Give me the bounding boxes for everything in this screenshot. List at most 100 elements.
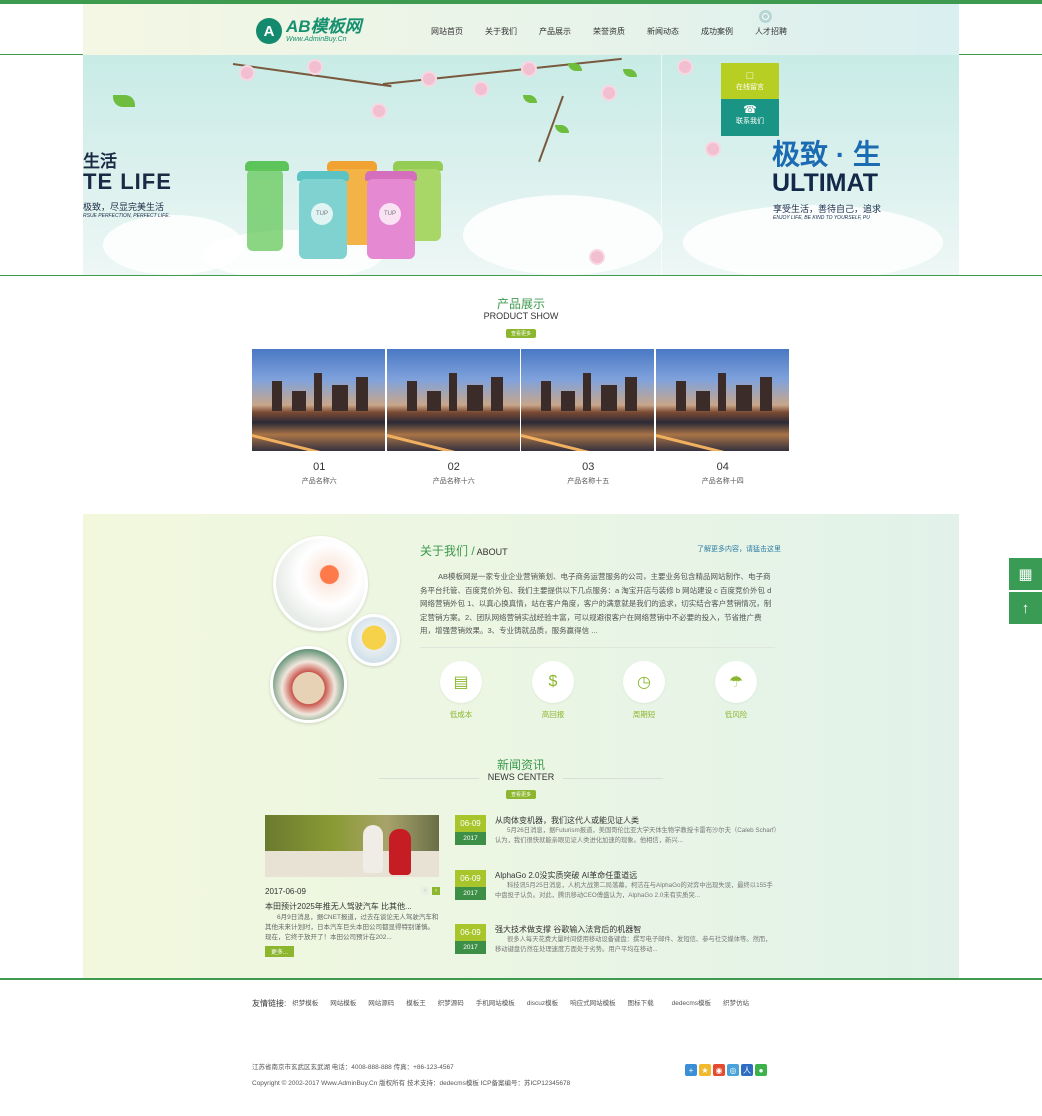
bridge-lights — [252, 434, 385, 451]
featured-news-image[interactable] — [265, 815, 439, 877]
skyline-building — [717, 373, 726, 411]
news-item-title[interactable]: AlphaGo 2.0没实质突破 AI革命任重道远 — [495, 870, 637, 881]
news-list-item[interactable]: 06-09 2017 AlphaGo 2.0没实质突破 AI革命任重道远 科技讯… — [455, 870, 777, 910]
share-bar: + ★ ◉ ◎ 人 ● — [685, 1064, 767, 1076]
blossom-flower — [591, 251, 603, 263]
online-message-button[interactable]: □ 在线留言 — [721, 63, 779, 99]
about-photo-mug — [348, 614, 400, 666]
about-title-en: ABOUT — [476, 547, 508, 557]
site-logo[interactable]: A AB模板网 Www.AdminBuy.Cn — [256, 16, 362, 46]
product-card[interactable]: 01 产品名称六 — [252, 349, 387, 486]
skyline-building — [356, 377, 368, 411]
qzone-icon[interactable]: ★ — [699, 1064, 711, 1076]
share-plus-icon[interactable]: + — [685, 1064, 697, 1076]
product-list: 01 产品名称六 02 产品名称十六 03 产品名称十五 04 产品名称十四 — [252, 349, 790, 486]
news-more-button[interactable]: 查看更多 — [505, 790, 536, 799]
wechat-icon[interactable]: ● — [755, 1064, 767, 1076]
news-item-title[interactable]: 从肉体变机器，我们这代人或能见证人类 — [495, 815, 639, 826]
friend-link[interactable]: 图标下载 — [628, 997, 654, 1024]
news-list-item[interactable]: 06-09 2017 从肉体变机器，我们这代人或能见证人类 5月26日消息，据F… — [455, 815, 777, 855]
feature-label: 高回报 — [541, 710, 565, 719]
nav-item-products[interactable]: 产品展示 — [539, 26, 571, 37]
product-image[interactable] — [386, 349, 521, 451]
skyline-building — [314, 373, 322, 411]
skyline-building — [759, 377, 772, 411]
featured-news-description: 6月9日消息，据CNET报道，过去在谈论无人驾驶汽车和其他未来计划时，日本汽车巨… — [265, 914, 439, 941]
news-item-title[interactable]: 强大技术做支撑 谷歌输入法背后的机器智 — [495, 924, 641, 935]
product-name[interactable]: 产品名称十五 — [521, 476, 656, 486]
product-image[interactable] — [252, 349, 386, 451]
nav-item-honors[interactable]: 荣誉资质 — [593, 26, 625, 37]
blossom-flower — [523, 63, 535, 75]
about-more-link[interactable]: 了解更多内容，请猛击这里 — [697, 544, 781, 554]
search-icon[interactable] — [759, 10, 772, 23]
back-to-top-icon[interactable]: ↑ — [1009, 592, 1042, 624]
news-date-badge: 06-09 2017 — [455, 815, 486, 845]
news-item-description: 科技讯5月25日消息，人机大战第二局落幕，柯洁在与AlphaGo的对弈中出现失误… — [495, 882, 773, 899]
friend-link[interactable]: dedecms模板 — [672, 997, 711, 1024]
product-name[interactable]: 产品名称六 — [252, 476, 387, 486]
tencent-weibo-icon[interactable]: ◎ — [727, 1064, 739, 1076]
skyline-building — [601, 385, 617, 411]
skyline-building — [490, 377, 503, 411]
bridge-lights — [521, 434, 654, 451]
product-number: 04 — [716, 461, 729, 473]
feature-short-cycle[interactable]: ◷ 周期短 — [622, 661, 666, 720]
contact-widget: □ 在线留言 ☎ 联系我们 — [721, 63, 779, 136]
feature-high-return[interactable]: $ 高回报 — [531, 661, 575, 720]
product-card[interactable]: 04 产品名称十四 — [655, 349, 791, 486]
product-image[interactable] — [521, 349, 655, 451]
product-cup: TUP — [367, 179, 415, 259]
product-card[interactable]: 02 产品名称十六 — [386, 349, 522, 486]
products-section-title: 产品展示 PRODUCT SHOW 查看更多 — [379, 298, 663, 340]
featured-news-more-button[interactable]: 更多... — [265, 946, 295, 957]
contact-us-button[interactable]: ☎ 联系我们 — [721, 99, 779, 136]
friend-link[interactable]: 手机网站模板 — [476, 997, 515, 1024]
news-title-cn: 新闻资讯 — [496, 758, 545, 772]
news-year: 2017 — [455, 832, 486, 845]
news-list-item[interactable]: 06-09 2017 强大技术做支撑 谷歌输入法背后的机器智 很多人每天花费大量… — [455, 924, 777, 964]
product-card[interactable]: 03 产品名称十五 — [521, 349, 656, 486]
about-heading: 关于我们 / ABOUT — [420, 542, 508, 559]
about-description: AB模板网是一家专业企业营销策划、电子商务运营服务的公司，主要业务包含精品网站制… — [420, 572, 772, 635]
nav-item-jobs[interactable]: 人才招聘 — [755, 26, 787, 37]
products-more-button[interactable]: 查看更多 — [505, 329, 536, 338]
friend-link[interactable]: 模板王 — [406, 997, 426, 1024]
blossom-flower — [603, 87, 615, 99]
blossom-flower — [423, 73, 435, 85]
featured-news-title[interactable]: 本田预计2025年推无人驾驶汽车 比其他... — [265, 901, 440, 912]
renren-icon[interactable]: 人 — [741, 1064, 753, 1076]
qr-code-icon[interactable]: ▦ — [1009, 558, 1042, 590]
weibo-icon[interactable]: ◉ — [713, 1064, 725, 1076]
feature-label: 低成本 — [449, 710, 473, 719]
product-cup: TUP — [299, 179, 347, 259]
friend-link[interactable]: discuz模板 — [527, 997, 558, 1024]
site-header: A AB模板网 Www.AdminBuy.Cn 网站首页 关于我们 产品展示 荣… — [0, 4, 1042, 55]
friend-link[interactable]: 织梦源码 — [438, 997, 464, 1024]
feature-low-risk[interactable]: ☂ 低风险 — [714, 661, 758, 720]
friend-link[interactable]: 网站源码 — [368, 997, 394, 1024]
leaf-shape — [523, 95, 537, 103]
news-item-description: 很多人每天花费大量时间使用移动设备键盘：撰写电子邮件、发短信、参与社交媒体等。然… — [495, 936, 772, 953]
document-cost-icon: ▤ — [440, 661, 482, 703]
friend-link[interactable]: 织梦模板 — [292, 997, 318, 1024]
products-title-en: PRODUCT SHOW — [379, 311, 663, 322]
product-name[interactable]: 产品名称十六 — [387, 476, 522, 486]
product-name[interactable]: 产品名称十四 — [656, 476, 791, 486]
blossom-flower — [309, 61, 321, 73]
friend-link[interactable]: 响应式网站模板 — [570, 997, 616, 1024]
product-cup — [247, 169, 283, 251]
skyline-building — [448, 373, 457, 411]
friend-link[interactable]: 织梦仿站 — [723, 997, 749, 1024]
nav-item-cases[interactable]: 成功案例 — [701, 26, 733, 37]
news-date-badge: 06-09 2017 — [455, 870, 486, 900]
footer-address: 江苏省南京市玄武区玄武湖 电话：4008-888-888 传真：+86-123-… — [252, 1064, 454, 1071]
friend-link[interactable]: 网站模板 — [330, 997, 356, 1024]
next-arrow-icon[interactable]: › — [432, 887, 440, 895]
nav-item-news[interactable]: 新闻动态 — [647, 26, 679, 37]
prev-arrow-icon[interactable]: ‹ — [421, 887, 429, 895]
nav-item-about[interactable]: 关于我们 — [485, 26, 517, 37]
product-image[interactable] — [655, 349, 790, 451]
feature-low-cost[interactable]: ▤ 低成本 — [439, 661, 483, 720]
nav-item-home[interactable]: 网站首页 — [431, 26, 463, 37]
